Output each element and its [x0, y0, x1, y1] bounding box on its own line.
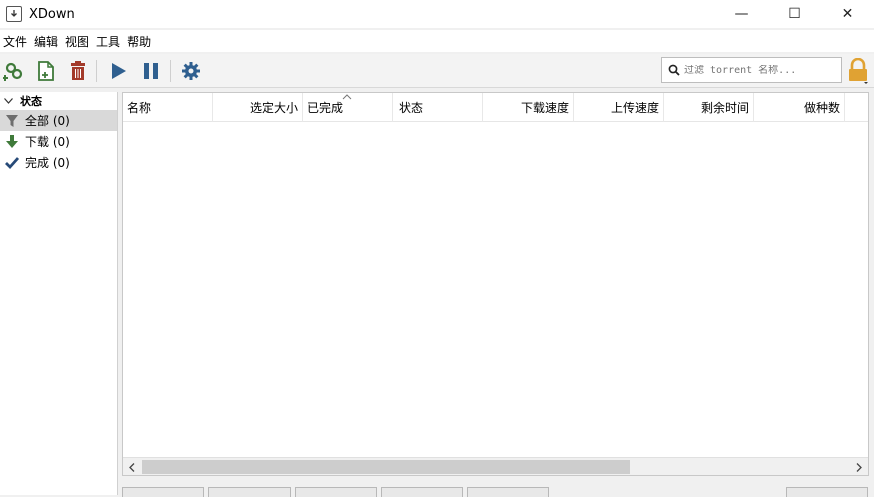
pause-icon[interactable]	[139, 59, 163, 83]
menu-tools[interactable]: 工具	[93, 33, 124, 50]
filter-icon	[4, 114, 20, 128]
scroll-left-icon[interactable]	[123, 458, 141, 476]
sidebar-header[interactable]: 状态	[0, 92, 117, 110]
menu-bar: 文件 编辑 视图 工具 帮助	[0, 30, 874, 52]
download-arrow-icon	[4, 134, 20, 149]
tab-speed[interactable]	[786, 487, 868, 497]
sidebar-item-label: 下载 (0)	[25, 135, 70, 149]
column-header-download-speed[interactable]: 下载速度	[483, 93, 574, 122]
sidebar-item-all[interactable]: 全部 (0)	[0, 110, 117, 131]
close-button[interactable]: ✕	[821, 0, 874, 28]
add-file-icon[interactable]	[34, 59, 58, 83]
sidebar-header-label: 状态	[20, 95, 42, 108]
search-input[interactable]	[684, 64, 834, 76]
add-link-icon[interactable]	[2, 59, 26, 83]
search-box[interactable]	[661, 57, 842, 83]
minimize-button[interactable]: —	[715, 0, 768, 28]
menu-edit[interactable]: 编辑	[31, 33, 62, 50]
window-title: XDown	[29, 6, 75, 22]
column-header-upload-speed[interactable]: 上传速度	[574, 93, 664, 122]
play-icon[interactable]	[106, 59, 130, 83]
column-header-status[interactable]: 状态	[393, 93, 483, 122]
title-bar: XDown — ☐ ✕	[0, 0, 874, 28]
tab-content[interactable]	[467, 487, 549, 497]
column-header-selected-size[interactable]: 选定大小	[213, 93, 303, 122]
window-controls: — ☐ ✕	[715, 0, 874, 28]
table-header: 名称 选定大小 已完成 状态 下载速度 上传速度 剩余时间 做种数	[123, 93, 868, 122]
sidebar-item-completed[interactable]: 完成 (0)	[0, 152, 117, 173]
app-logo-icon	[6, 6, 22, 22]
column-header-seeds[interactable]: 做种数	[754, 93, 845, 122]
menu-view[interactable]: 视图	[62, 33, 93, 50]
menu-file[interactable]: 文件	[0, 33, 31, 50]
scroll-right-icon[interactable]	[850, 458, 868, 476]
horizontal-scrollbar[interactable]	[123, 457, 868, 475]
tab-peers[interactable]	[295, 487, 377, 497]
column-header-name[interactable]: 名称	[123, 93, 213, 122]
tab-trackers[interactable]	[208, 487, 291, 497]
torrent-table[interactable]: 名称 选定大小 已完成 状态 下载速度 上传速度 剩余时间 做种数	[122, 92, 869, 476]
search-icon	[668, 64, 680, 76]
column-header-eta[interactable]: 剩余时间	[664, 93, 754, 122]
sidebar-item-label: 完成 (0)	[25, 156, 70, 170]
sort-ascending-icon	[342, 93, 352, 103]
scrollbar-thumb[interactable]	[142, 460, 630, 474]
chevron-down-icon[interactable]	[4, 98, 13, 104]
sidebar-item-downloading[interactable]: 下载 (0)	[0, 131, 117, 152]
delete-icon[interactable]	[66, 59, 90, 83]
checkmark-icon	[4, 156, 20, 170]
tab-general[interactable]	[122, 487, 204, 497]
tab-http-sources[interactable]	[381, 487, 463, 497]
maximize-button[interactable]: ☐	[768, 0, 821, 28]
status-sidebar: 状态 全部 (0) 下载 (0) 完成 (0)	[0, 92, 118, 495]
lock-icon[interactable]	[847, 57, 869, 84]
settings-icon[interactable]	[179, 59, 203, 83]
menu-help[interactable]: 帮助	[124, 33, 155, 50]
sidebar-item-label: 全部 (0)	[25, 114, 70, 128]
